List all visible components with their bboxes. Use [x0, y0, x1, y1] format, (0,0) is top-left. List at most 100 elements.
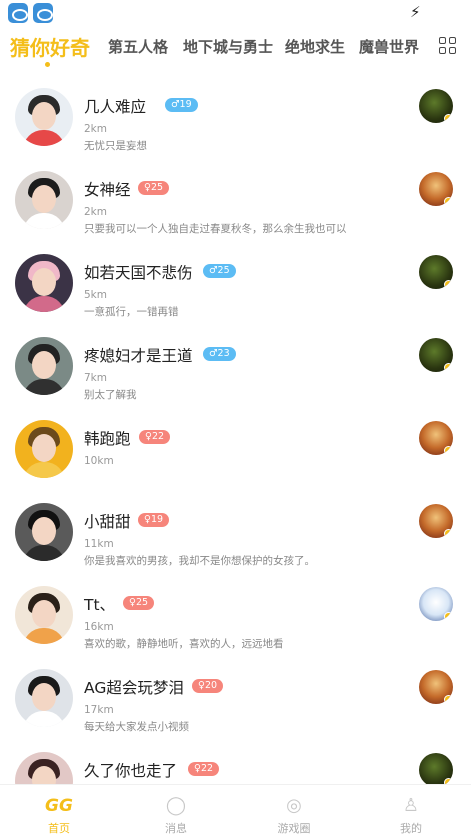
age-label: 25 [217, 265, 230, 276]
age-label: 19 [179, 99, 192, 110]
avatar[interactable] [15, 752, 73, 784]
nav-home[interactable]: GG 首页 [14, 791, 104, 837]
tab-dnf[interactable]: 地下城与勇士 [183, 36, 273, 57]
distance-label: 16km [84, 621, 114, 633]
avatar[interactable] [15, 337, 73, 395]
user-row[interactable]: 韩跑跑 ♀22 10km [0, 410, 471, 493]
age-label: 20 [204, 680, 218, 691]
user-row[interactable]: 几人难应 ♂19 2km 无忧只是妄想 [0, 78, 471, 161]
pubg-icon[interactable] [419, 255, 453, 289]
gender-icon: ♂ [171, 99, 180, 110]
tab-world-of-warcraft[interactable]: 魔兽世界 [359, 36, 419, 57]
distance-label: 5km [84, 289, 107, 301]
signature-text: 你是我喜欢的男孩，我却不是你想保护的女孩了。 [84, 555, 315, 567]
age-label: 22 [151, 431, 165, 442]
user-name: 如若天国不悲伤 [84, 264, 193, 282]
game-level-dot [444, 529, 453, 538]
honor-of-kings-icon[interactable] [419, 421, 453, 455]
app-notification-icon [33, 3, 53, 23]
nav-home-label: 首页 [48, 822, 70, 835]
game-level-dot [444, 695, 453, 704]
signature-text: 别太了解我 [84, 389, 137, 401]
honor-of-kings-icon[interactable] [419, 504, 453, 538]
nav-messages-label: 消息 [165, 822, 187, 835]
avatar[interactable] [15, 88, 73, 146]
gender-icon: ♀ [144, 182, 151, 193]
category-tabs: 猜你好奇 第五人格 地下城与勇士 绝地求生 魔兽世界 [0, 26, 471, 78]
user-row[interactable]: 疼媳妇才是王道 ♂23 7km 别太了解我 [0, 327, 471, 410]
honor-of-kings-icon[interactable] [419, 670, 453, 704]
gender-age-badge: ♂19 [165, 98, 198, 112]
tab-guess-you-like[interactable]: 猜你好奇 [10, 32, 90, 61]
user-name: 韩跑跑 [84, 430, 131, 448]
signature-text: 只要我可以一个人独自走过春夏秋冬，那么余生我也可以 [84, 223, 347, 235]
user-list[interactable]: 几人难应 ♂19 2km 无忧只是妄想 女神经 ♀25 2km 只要我可以一个人独自走过春夏秋… [0, 78, 471, 784]
avatar[interactable] [15, 503, 73, 561]
age-label: 23 [217, 348, 230, 359]
bottom-nav: GG 首页 ◯ 消息 ◎ 游戏圈 ♙ 我的 [0, 784, 471, 839]
user-row[interactable]: AG超会玩梦泪 ♀20 17km 每天给大家发点小视频 [0, 659, 471, 742]
nav-profile-label: 我的 [400, 822, 422, 835]
grid-menu-icon[interactable] [439, 37, 457, 55]
nav-messages[interactable]: ◯ 消息 [131, 791, 221, 837]
gender-age-badge: ♀22 [139, 430, 171, 444]
gender-age-badge: ♂25 [203, 264, 236, 278]
user-name: 小甜甜 [84, 513, 131, 531]
nav-game-circle[interactable]: ◎ 游戏圈 [249, 791, 339, 837]
tab-identity-v[interactable]: 第五人格 [108, 36, 168, 57]
tab-pubg[interactable]: 绝地求生 [285, 36, 345, 57]
age-label: 25 [135, 597, 149, 608]
gender-age-badge: ♀20 [192, 679, 224, 693]
pubg-icon[interactable] [419, 89, 453, 123]
user-name: 疼媳妇才是王道 [84, 347, 193, 365]
message-bubble-icon: ◯ [165, 795, 187, 816]
avatar[interactable] [15, 420, 73, 478]
distance-label: 17km [84, 704, 114, 716]
game-level-dot [444, 280, 453, 289]
avatar[interactable] [15, 586, 73, 644]
game-level-dot [444, 197, 453, 206]
gender-icon: ♀ [145, 431, 152, 442]
age-label: 22 [200, 763, 214, 774]
age-label: 19 [150, 514, 164, 525]
distance-label: 7km [84, 372, 107, 384]
gender-age-badge: ♀22 [188, 762, 220, 776]
user-name: 女神经 [84, 181, 131, 199]
game-level-dot [444, 363, 453, 372]
avatar[interactable] [15, 254, 73, 312]
user-row[interactable]: 久了你也走了♀2218km [0, 742, 471, 784]
gender-age-badge: ♀25 [138, 181, 170, 195]
identity-v-icon[interactable] [419, 587, 453, 621]
nav-game-circle-label: 游戏圈 [277, 822, 311, 835]
user-row[interactable]: 女神经 ♀25 2km 只要我可以一个人独自走过春夏秋冬，那么余生我也可以 [0, 161, 471, 244]
honor-of-kings-icon[interactable] [419, 172, 453, 206]
user-name: 久了你也走了 [84, 762, 178, 780]
gender-icon: ♂ [209, 265, 218, 276]
home-logo-icon: GG [45, 796, 73, 816]
user-name: AG超会玩梦泪 [84, 679, 184, 697]
avatar[interactable] [15, 171, 73, 229]
gender-age-badge: ♂23 [203, 347, 236, 361]
signature-text: 一意孤行，一错再错 [84, 306, 179, 318]
user-name: Tt、 [84, 596, 116, 614]
pubg-icon[interactable] [419, 338, 453, 372]
age-label: 25 [150, 182, 164, 193]
user-row[interactable]: 如若天国不悲伤 ♂25 5km 一意孤行，一错再错 [0, 244, 471, 327]
avatar[interactable] [15, 669, 73, 727]
flash-icon: ⚡ [410, 3, 421, 21]
nav-profile[interactable]: ♙ 我的 [366, 791, 456, 837]
game-level-dot [444, 114, 453, 123]
gender-age-badge: ♀19 [138, 513, 170, 527]
distance-label: 2km [84, 123, 107, 135]
signature-text: 喜欢的歌，静静地听，喜欢的人，远远地看 [84, 638, 284, 650]
gender-icon: ♀ [194, 763, 201, 774]
gender-icon: ♀ [198, 680, 205, 691]
app-notification-icon [8, 3, 28, 23]
user-row[interactable]: Tt、 ♀25 16km 喜欢的歌，静静地听，喜欢的人，远远地看 [0, 576, 471, 659]
game-level-dot [444, 612, 453, 621]
status-bar: ⚡ [0, 0, 471, 26]
signature-text: 每天给大家发点小视频 [84, 721, 189, 733]
user-name: 几人难应 [84, 98, 147, 116]
user-row[interactable]: 小甜甜 ♀19 11km 你是我喜欢的男孩，我却不是你想保护的女孩了。 [0, 493, 471, 576]
pubg-icon[interactable] [419, 753, 453, 784]
